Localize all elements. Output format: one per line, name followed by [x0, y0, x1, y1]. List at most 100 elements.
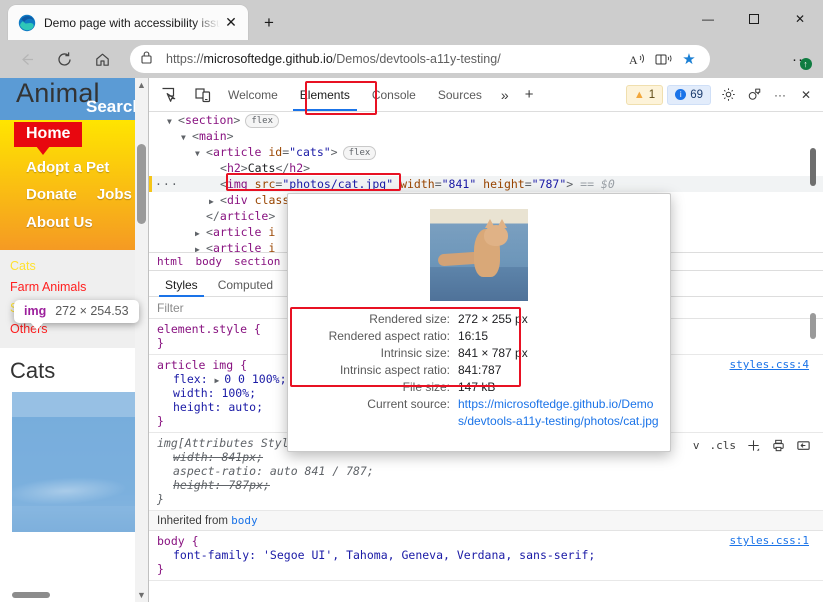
css-declaration[interactable]: height: 787px;: [157, 478, 823, 492]
favorite-star-icon[interactable]: ★: [676, 46, 702, 72]
tab-elements[interactable]: Elements: [289, 78, 361, 111]
image-metadata-label: Rendered aspect ratio:: [298, 328, 458, 345]
css-declaration[interactable]: font-family: 'Segoe UI', Tahoma, Geneva,…: [157, 548, 823, 562]
css-declaration[interactable]: width: 841px;: [157, 450, 823, 464]
dom-token-punc: =: [435, 177, 442, 191]
lock-icon: [140, 50, 156, 68]
add-tab-button[interactable]: +: [517, 78, 542, 111]
devtools-tabbar: Welcome Elements Console Sources » + ▲ 1…: [149, 78, 823, 112]
flex-badge[interactable]: flex: [343, 146, 377, 160]
dom-node-row[interactable]: ▼<main>: [149, 128, 823, 144]
dom-token-tag: article: [213, 225, 261, 239]
window-close-button[interactable]: ✕: [777, 0, 823, 38]
scroll-up-arrow-icon[interactable]: ▲: [135, 78, 148, 92]
dom-token-attr: height: [476, 177, 524, 191]
dom-token-punc: <: [206, 225, 213, 239]
badge-dimensions: 272 × 254.53: [55, 304, 128, 318]
image-preview-tooltip: Rendered size:272 × 255 pxRendered aspec…: [287, 193, 671, 452]
dom-token-tag: article: [213, 145, 261, 159]
browser-settings-button[interactable]: ··· ↑: [787, 46, 815, 72]
back-button[interactable]: [10, 43, 42, 75]
nav-row-donate-jobs: Donate Jobs: [0, 186, 148, 214]
styles-filter-placeholder: Filter: [157, 301, 184, 315]
category-cats[interactable]: Cats: [10, 256, 148, 277]
immersive-reader-icon[interactable]: [650, 46, 676, 72]
dom-token-punc: <: [206, 241, 213, 252]
address-bar[interactable]: https://microsoftedge.github.io/Demos/de…: [130, 45, 710, 73]
dom-node-row[interactable]: <h2>Cats</h2>: [149, 160, 823, 176]
css-source-link[interactable]: styles.css:4: [730, 358, 809, 371]
web-page-viewport[interactable]: Animal Search Home Adopt a Pet Donate Jo…: [0, 78, 148, 602]
horizontal-scrollbar[interactable]: [12, 592, 50, 598]
breadcrumb-item-body[interactable]: body: [196, 255, 223, 268]
nav-row-about: About Us: [0, 214, 148, 242]
tab-close-icon[interactable]: ✕: [220, 12, 242, 34]
reload-button[interactable]: [48, 43, 80, 75]
css-rule[interactable]: body {font-family: 'Segoe UI', Tahoma, G…: [149, 531, 823, 581]
css-source-link[interactable]: styles.css:1: [730, 534, 809, 547]
image-metadata-row: File size:147 kB: [298, 379, 660, 396]
image-metadata-value: 841 × 787 px: [458, 345, 528, 362]
dom-token-punc: >: [241, 161, 248, 175]
window-maximize-button[interactable]: [731, 0, 777, 38]
tab-computed[interactable]: Computed: [208, 278, 283, 296]
browser-tab[interactable]: Demo page with accessibility issu ✕: [8, 5, 248, 40]
breadcrumb-item-section[interactable]: section: [234, 255, 280, 268]
tab-sources[interactable]: Sources: [427, 78, 493, 111]
home-button[interactable]: [86, 43, 118, 75]
nav-item-home[interactable]: Home: [14, 122, 82, 147]
window-minimize-button[interactable]: —: [685, 0, 731, 38]
dom-token-attr: i: [261, 225, 275, 239]
breadcrumb-item-html[interactable]: html: [157, 255, 184, 268]
devtools-close-icon[interactable]: ✕: [793, 82, 819, 108]
image-source-link[interactable]: https://microsoftedge.github.io/Demos/de…: [458, 396, 660, 430]
css-rule-selector[interactable]: body {: [157, 534, 823, 548]
read-aloud-icon[interactable]: A: [624, 46, 650, 72]
feedback-icon[interactable]: [741, 82, 767, 108]
address-bar-url: https://microsoftedge.github.io/Demos/de…: [166, 52, 624, 66]
element-inspect-badge: img 272 × 254.53: [14, 300, 139, 323]
nav-item-about-us[interactable]: About Us: [26, 214, 93, 231]
nav-row-home: Home: [0, 126, 148, 156]
scroll-down-arrow-icon[interactable]: ▼: [135, 588, 148, 602]
dom-token-punc: >: [303, 161, 310, 175]
dom-token-punc: >: [227, 129, 234, 143]
flex-badge[interactable]: flex: [245, 114, 279, 128]
page-nav: Home Adopt a Pet Donate Jobs About Us: [0, 120, 148, 250]
page-cat-image[interactable]: [12, 392, 138, 532]
info-count-badge[interactable]: i 69: [667, 85, 711, 105]
warning-count-badge[interactable]: ▲ 1: [626, 85, 663, 105]
dom-node-row[interactable]: ▼<article id="cats">flex: [149, 144, 823, 160]
category-farm-animals[interactable]: Farm Animals: [10, 277, 148, 298]
nav-item-jobs[interactable]: Jobs: [97, 186, 132, 214]
inspect-element-icon[interactable]: [155, 81, 183, 109]
dom-tree-scrollbar-thumb[interactable]: [810, 148, 816, 186]
flex-expand-triangle-icon[interactable]: ▶: [215, 376, 225, 385]
tab-styles[interactable]: Styles: [155, 278, 208, 296]
page-scrollbar-thumb[interactable]: [137, 144, 146, 224]
dom-token-attr: width: [393, 177, 435, 191]
nav-item-adopt-a-pet[interactable]: Adopt a Pet: [26, 159, 109, 176]
nav-item-donate[interactable]: Donate: [26, 186, 77, 214]
gear-icon[interactable]: [715, 82, 741, 108]
dom-node-row[interactable]: ···<img src="photos/cat.jpg" width="841"…: [149, 176, 823, 192]
page-vertical-scrollbar[interactable]: ▲ ▼: [135, 78, 148, 602]
dom-token-punc: >: [331, 145, 338, 159]
thumb-cat-head: [484, 225, 508, 246]
tab-welcome[interactable]: Welcome: [217, 78, 289, 111]
styles-pane-scrollbar-thumb[interactable]: [810, 313, 816, 339]
devtools-more-icon[interactable]: ···: [767, 82, 793, 108]
device-toolbar-icon[interactable]: [189, 81, 217, 109]
inherited-from-target[interactable]: body: [231, 514, 258, 527]
css-declaration[interactable]: aspect-ratio: auto 841 / 787;: [157, 464, 823, 478]
tab-console[interactable]: Console: [361, 78, 427, 111]
dom-node-row[interactable]: ▼<section>flex: [149, 112, 823, 128]
dom-token-val: "photos/cat.jpg": [282, 177, 393, 191]
badge-tag-name: img: [24, 304, 46, 318]
dom-node-ellipsis[interactable]: ···: [155, 176, 179, 192]
dom-token-punc: =: [525, 177, 532, 191]
collapse-triangle-icon[interactable]: ▶: [195, 242, 206, 252]
dom-token-punc: <: [220, 177, 227, 191]
more-tabs-button[interactable]: »: [493, 78, 517, 111]
new-tab-button[interactable]: +: [256, 10, 282, 36]
